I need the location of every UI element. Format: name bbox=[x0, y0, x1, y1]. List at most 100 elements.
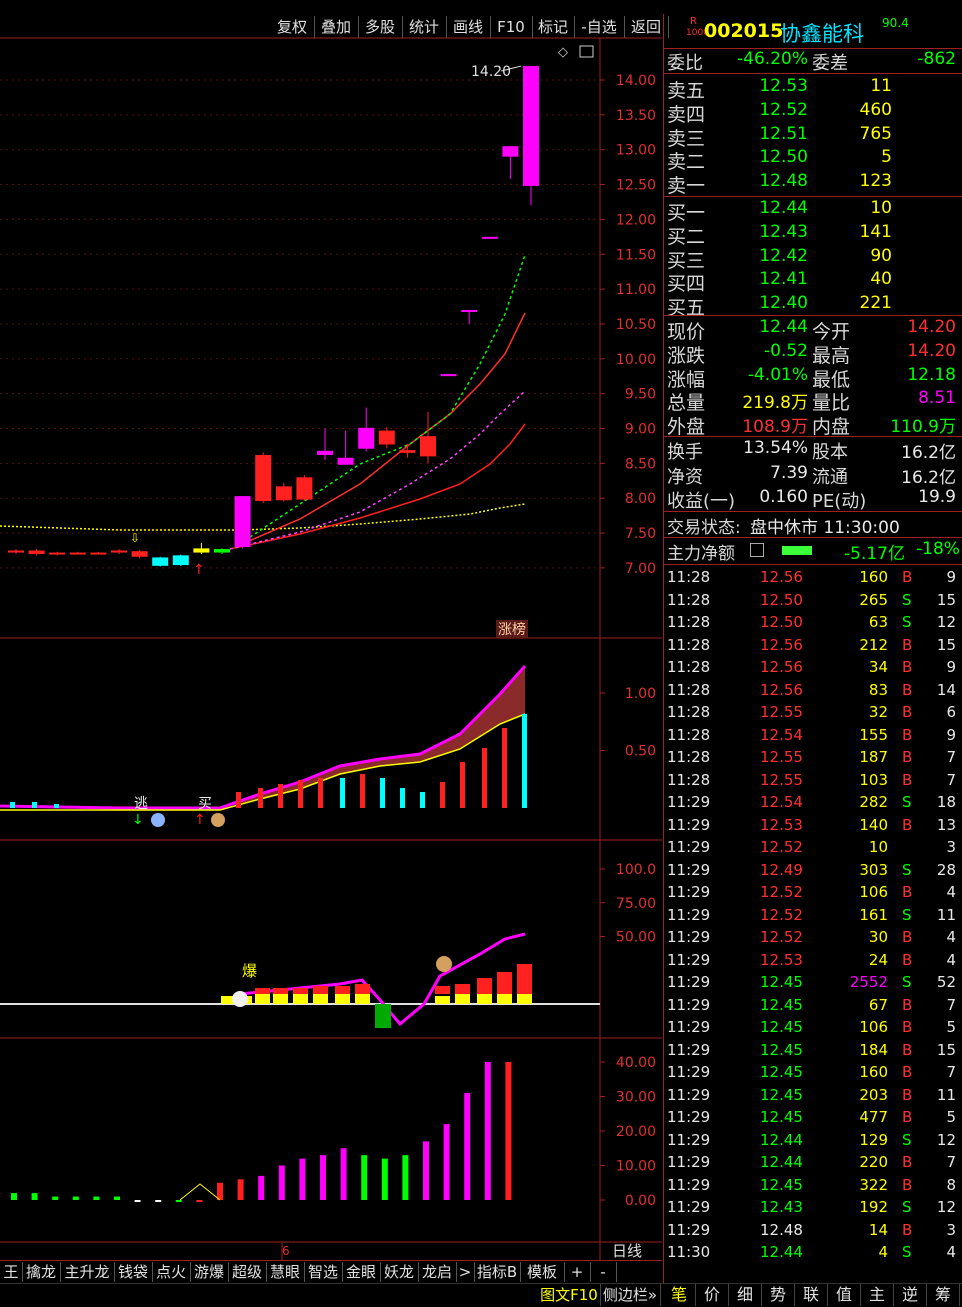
toolbar-button-6[interactable]: 标记 bbox=[532, 16, 575, 38]
side-tab-4[interactable]: 联 bbox=[795, 1284, 828, 1306]
tick-volume: 24 bbox=[868, 950, 888, 969]
stat-value: 0.160 bbox=[759, 487, 808, 507]
orderbook-label: 卖一 bbox=[667, 175, 706, 198]
menu-icon[interactable] bbox=[750, 543, 764, 557]
ind3-bar bbox=[155, 1200, 162, 1202]
ind1-bar bbox=[298, 780, 303, 808]
orderbook-row[interactable]: 卖一 12.48 123 bbox=[664, 171, 962, 198]
ind2-bar-top bbox=[355, 984, 370, 994]
stock-name[interactable]: 协鑫能科 bbox=[780, 18, 864, 48]
toolbar-button-5[interactable]: F10 bbox=[490, 16, 533, 38]
orderbook-row[interactable]: 买三 12.42 90 bbox=[664, 246, 962, 272]
tick-row: 11:28 12.56 34 B 9 bbox=[664, 658, 962, 680]
toolbar-button-4[interactable]: 画线 bbox=[446, 16, 491, 38]
indicator-tab-6[interactable]: 超级 bbox=[228, 1262, 267, 1282]
side-tab-5[interactable]: 值 bbox=[828, 1284, 861, 1306]
side-tab-1[interactable]: 价 bbox=[696, 1284, 729, 1306]
tick-row: 11:29 12.49 303 S 28 bbox=[664, 861, 962, 883]
indicator-tab-1[interactable]: 擒龙 bbox=[22, 1262, 61, 1282]
ind1-bar bbox=[10, 802, 15, 808]
ind1-bar bbox=[380, 778, 385, 808]
price-tick-label: 8.50 bbox=[625, 456, 656, 472]
tick-direction: B bbox=[902, 748, 913, 766]
tick-count: 15 bbox=[936, 635, 956, 654]
ind3-bar bbox=[505, 1062, 512, 1200]
tick-time: 11:28 bbox=[667, 725, 711, 744]
top-strip bbox=[0, 0, 962, 14]
side-tab-2[interactable]: 细 bbox=[729, 1284, 762, 1306]
side-tab-0[interactable]: 笔 bbox=[663, 1284, 696, 1306]
toolbar-button-3[interactable]: 统计 bbox=[402, 16, 447, 38]
stat-row: 收益(一) 0.160 PE(动) 19.9 bbox=[664, 487, 962, 512]
ind3-bar bbox=[72, 1196, 79, 1200]
orderbook-row[interactable]: 买二 12.43 141 bbox=[664, 222, 962, 248]
indicator-tab-9[interactable]: 金眼 bbox=[342, 1262, 381, 1282]
tao-label: 逃 bbox=[134, 796, 148, 812]
stat-value: 14.20 bbox=[907, 340, 956, 361]
tick-price: 12.56 bbox=[760, 568, 803, 586]
orderbook-row[interactable]: 买五 12.40 221 bbox=[664, 293, 962, 319]
orderbook-row[interactable]: 卖三 12.51 765 bbox=[664, 124, 962, 150]
side-tab-6[interactable]: 主 bbox=[861, 1284, 894, 1306]
indicator-tab-14[interactable]: 模板 bbox=[520, 1262, 565, 1282]
tick-price: 12.54 bbox=[760, 793, 803, 811]
tick-price: 12.45 bbox=[760, 995, 803, 1014]
toolbar-button-1[interactable]: 叠加 bbox=[314, 16, 359, 38]
toolbar-button-0[interactable]: 复权 bbox=[270, 16, 315, 38]
indicator-tab-16[interactable]: - bbox=[590, 1262, 617, 1282]
weibi-value: -46.20% bbox=[737, 49, 808, 69]
indicator-tab-4[interactable]: 点火 bbox=[152, 1262, 191, 1282]
indicator-tab-15[interactable]: + bbox=[564, 1262, 591, 1282]
orderbook-row[interactable]: 卖五 12.53 11 bbox=[664, 76, 962, 102]
ind1-bar bbox=[420, 792, 425, 808]
ind1-tick-label: 0.50 bbox=[625, 744, 656, 760]
tick-row: 11:29 12.52 30 B 4 bbox=[664, 928, 962, 950]
stock-header: R 1000 002015 协鑫能科 90.4 bbox=[664, 14, 962, 48]
indicator-tab-2[interactable]: 主升龙 bbox=[60, 1262, 115, 1282]
toolbar-button-7[interactable]: -自选 bbox=[574, 16, 625, 38]
tick-time: 11:28 bbox=[667, 613, 711, 631]
orderbook-row[interactable]: 买一 12.44 10 bbox=[664, 198, 962, 224]
side-tab-8[interactable]: 筹 bbox=[927, 1284, 960, 1306]
tick-volume: 2552 bbox=[849, 973, 888, 991]
chart-area[interactable]: 14.00 13.50 13.00 12.50 12.00 11.50 11.00 10.50… bbox=[0, 14, 662, 1260]
orderbook-row[interactable]: 卖二 12.50 5 bbox=[664, 147, 962, 173]
indicator-tab-5[interactable]: 游爆 bbox=[190, 1262, 229, 1282]
orderbook-volume: 221 bbox=[859, 293, 892, 314]
side-tab-7[interactable]: 逆 bbox=[894, 1284, 927, 1306]
side-tab-3[interactable]: 势 bbox=[762, 1284, 795, 1306]
r-badge: R bbox=[690, 16, 697, 27]
indicator-tab-8[interactable]: 智选 bbox=[304, 1262, 343, 1282]
indicator-tab-3[interactable]: 钱袋 bbox=[114, 1262, 153, 1282]
candle-body bbox=[358, 427, 375, 449]
orderbook-volume: 40 bbox=[870, 269, 892, 290]
footer-button-0[interactable]: 图文F10 bbox=[538, 1284, 601, 1306]
price-tick-label: 14.00 bbox=[616, 73, 656, 89]
indicator-tab-11[interactable]: 龙启 bbox=[418, 1262, 457, 1282]
indicator-tab-0[interactable]: 王 bbox=[0, 1262, 23, 1282]
orderbook-row[interactable]: 卖四 12.52 460 bbox=[664, 99, 962, 126]
toolbar-button-2[interactable]: 多股 bbox=[358, 16, 403, 38]
indicator-tab-13[interactable]: 指标B bbox=[474, 1262, 521, 1282]
orderbook-row[interactable]: 买四 12.41 40 bbox=[664, 269, 962, 295]
ind3-bar bbox=[423, 1141, 429, 1200]
orderbook-price: 12.52 bbox=[759, 99, 808, 120]
indicator-tab-10[interactable]: 妖龙 bbox=[380, 1262, 419, 1282]
tick-price: 12.43 bbox=[760, 1198, 803, 1216]
candle-body bbox=[523, 66, 539, 186]
tick-row: 11:29 12.43 192 S 12 bbox=[664, 1198, 962, 1220]
up-arrow-icon: ↑ bbox=[194, 812, 206, 828]
ind3-tick-label: 20.00 bbox=[616, 1124, 656, 1140]
footer-button-1[interactable]: 侧边栏» bbox=[600, 1284, 661, 1306]
stock-code: 002015 bbox=[704, 20, 784, 42]
stat-value: 12.44 bbox=[759, 317, 808, 337]
stat-label: 收益(一) bbox=[667, 491, 736, 512]
tick-direction: B bbox=[902, 1040, 913, 1059]
tick-count: 4 bbox=[946, 883, 956, 901]
stat-row: 涨幅 -4.01% 最低 12.18 bbox=[664, 365, 962, 391]
ind3-bar bbox=[217, 1182, 223, 1200]
indicator-tab-7[interactable]: 慧眼 bbox=[266, 1262, 305, 1282]
tick-row: 11:29 12.48 14 B 3 bbox=[664, 1221, 962, 1243]
tick-volume: 212 bbox=[859, 635, 888, 654]
indicator-tab-12[interactable]: > bbox=[456, 1262, 475, 1282]
